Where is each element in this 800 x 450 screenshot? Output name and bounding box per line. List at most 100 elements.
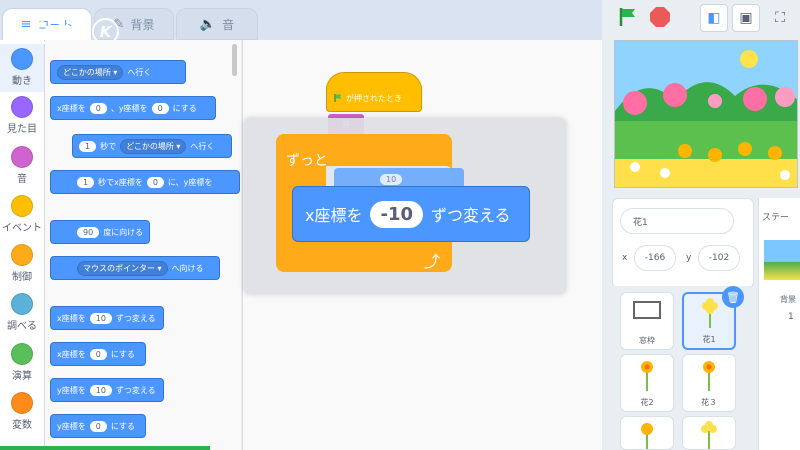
block-text: x座標を [57, 313, 86, 323]
palette-scrollbar[interactable] [232, 44, 237, 76]
block-text: へ行く [190, 141, 215, 151]
category-operators[interactable]: 演算 [0, 343, 44, 382]
sprite-tile-frame[interactable]: 窓枠 [620, 292, 674, 350]
sprite-tile-partial[interactable] [682, 416, 736, 450]
large-stage-button[interactable]: ▣ [732, 4, 760, 32]
fullscreen-icon: ⛶ [775, 10, 785, 26]
block-text: へ行く [127, 67, 152, 77]
block-point-direction[interactable]: 90 度に向ける [50, 220, 150, 244]
category-sound[interactable]: 音 [0, 146, 44, 185]
sprite-tile-flower3[interactable]: 花３ [682, 354, 736, 412]
sound-dot-icon [11, 146, 33, 168]
dragged-change-x-block[interactable]: x座標を -10 ずつ変える [292, 186, 530, 242]
seconds-input[interactable]: 1 [79, 140, 97, 152]
glide-menu-dropdown[interactable]: どこかの場所 ▾ [120, 138, 187, 154]
value-input[interactable]: 10 [89, 384, 112, 396]
category-label: 音 [17, 174, 27, 185]
value-input[interactable]: 0 [89, 348, 107, 360]
stage-canvas[interactable] [614, 40, 798, 188]
block-goto[interactable]: どこかの場所 ▾ へ行く [50, 60, 186, 84]
block-goto-xy[interactable]: x座標を 0 、y座標を 0 にする [50, 96, 216, 120]
small-stage-button[interactable]: ◧ [700, 4, 728, 32]
block-change-y[interactable]: y座標を 10 ずつ変える [50, 378, 164, 402]
value-input[interactable]: 10 [89, 312, 112, 324]
y-input[interactable]: 0 [151, 102, 169, 114]
block-set-y[interactable]: y座標を 0 にする [50, 414, 146, 438]
sprite-name-field[interactable]: 花1 [620, 208, 734, 234]
green-flag-button[interactable] [612, 4, 644, 34]
category-label: 調べる [7, 321, 37, 332]
video-progress-bar [0, 446, 210, 450]
flower-icon [641, 423, 653, 449]
category-label: 見た目 [7, 124, 37, 135]
stage-scene-image [615, 41, 797, 187]
value-input[interactable]: 0 [89, 420, 107, 432]
when-flag-clicked-block[interactable]: が押されたとき [326, 86, 422, 112]
block-text: 秒でx座標を [98, 177, 143, 187]
looks-dot-icon [11, 96, 33, 118]
block-text: x座標を [305, 206, 363, 225]
loop-arrow-icon: ⤴ [424, 252, 441, 271]
dropdown-value: どこかの場所 [63, 67, 111, 77]
category-motion[interactable]: 動き [0, 44, 44, 92]
code-icon: ≡ [20, 17, 32, 32]
y-value: -102 [708, 253, 730, 263]
dropdown-value: マウスのポインター [83, 263, 155, 273]
block-set-x[interactable]: x座標を 0 にする [50, 342, 146, 366]
tab-backdrops-label: 背景 [130, 17, 155, 32]
stage-thumbnail[interactable] [764, 240, 800, 280]
seconds-input[interactable]: 1 [77, 176, 95, 188]
block-text: 、y座標を [110, 103, 148, 113]
stop-octagon-icon [649, 6, 671, 32]
block-point-towards[interactable]: マウスのポインター ▾ へ向ける [50, 256, 220, 280]
tab-sounds-label: 音 [222, 17, 235, 32]
category-label: イベント [2, 223, 42, 234]
pointto-menu-dropdown[interactable]: マウスのポインター ▾ [77, 260, 168, 276]
stop-button[interactable] [644, 4, 676, 34]
direction-input[interactable]: 90 [77, 226, 100, 238]
sprite-tile-partial[interactable] [620, 416, 674, 450]
sprite-tile-flower2[interactable]: 花2 [620, 354, 674, 412]
change-value-input[interactable]: -10 [370, 200, 424, 228]
category-events[interactable]: イベント [0, 195, 44, 234]
category-sensing[interactable]: 調べる [0, 293, 44, 332]
delete-sprite-button[interactable]: 🗑 [722, 286, 744, 308]
goto-menu-dropdown[interactable]: どこかの場所 ▾ [57, 64, 124, 80]
variables-dot-icon [11, 392, 33, 414]
dropdown-value: どこかの場所 [126, 141, 174, 151]
x-input[interactable]: 0 [89, 102, 107, 114]
block-text: y座標を [57, 385, 86, 395]
flower-icon [702, 298, 718, 328]
sprite-tile-label: 窓枠 [639, 336, 655, 345]
category-control[interactable]: 制御 [0, 244, 44, 283]
block-text: にする [172, 103, 197, 113]
small-stage-icon: ◧ [707, 10, 721, 26]
block-glide-xy[interactable]: 1 秒でx座標を 0 に、y座標を [50, 170, 240, 194]
block-text: が押されたとき [346, 94, 402, 103]
category-variables[interactable]: 変数 [0, 392, 44, 431]
category-looks[interactable]: 見た目 [0, 96, 44, 135]
stage-selector-panel[interactable] [758, 198, 800, 450]
block-change-x[interactable]: x座標を 10 ずつ変える [50, 306, 164, 330]
y-field[interactable]: -102 [698, 245, 740, 271]
sprite-tile-label: 花３ [701, 398, 717, 407]
tab-sounds[interactable]: 🔈 音 [176, 8, 258, 40]
motion-dot-icon [11, 48, 33, 70]
block-text: ずつ変える [431, 206, 511, 225]
block-text: y座標を [57, 421, 86, 431]
block-text: に、y座標を [167, 177, 213, 187]
x-input[interactable]: 0 [146, 176, 164, 188]
trash-icon: 🗑 [726, 290, 740, 304]
block-glide[interactable]: 1 秒で どこかの場所 ▾ へ行く [72, 134, 232, 158]
sprite-tile-label: 花1 [702, 335, 716, 344]
stage-panel-title: ステー [762, 213, 790, 223]
block-text: にする [110, 421, 135, 431]
operators-dot-icon [11, 343, 33, 365]
category-label: 変数 [12, 420, 32, 431]
ghost-value: 10 [380, 173, 403, 185]
x-label: x [622, 253, 628, 263]
fullscreen-button[interactable]: ⛶ [766, 4, 794, 32]
x-field[interactable]: -166 [634, 245, 676, 271]
flower-icon [701, 421, 717, 449]
control-dot-icon [11, 244, 33, 266]
